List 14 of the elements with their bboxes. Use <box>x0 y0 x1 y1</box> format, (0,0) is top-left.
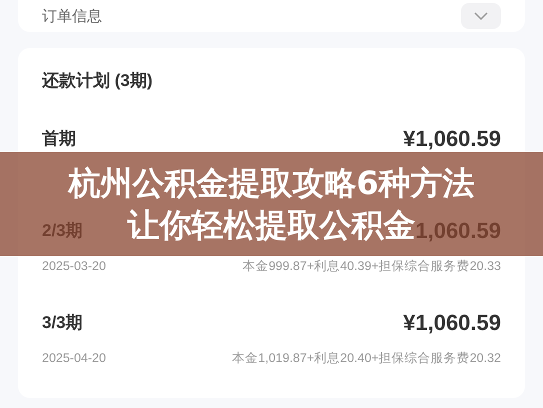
section-title: 订单信息 <box>42 8 102 24</box>
due-date: 2025-03-20 <box>42 258 106 275</box>
chevron-down-icon <box>474 12 488 20</box>
period-label: 3/3期 <box>42 312 83 334</box>
amount: ¥1,060.59 <box>403 125 501 153</box>
amount-breakdown: 本金999.87+利息40.39+担保综合服务费20.33 <box>242 258 501 275</box>
plan-title: 还款计划 (3期) <box>42 70 154 92</box>
period-label: 首期 <box>42 128 76 150</box>
due-date: 2025-04-20 <box>42 350 106 367</box>
banner-title: 让你轻松提取公积金 <box>127 205 416 246</box>
amount-breakdown: 本金1,019.87+利息20.40+担保综合服务费20.32 <box>232 350 501 367</box>
expand-button[interactable] <box>461 3 501 29</box>
banner-title: 杭州公积金提取攻略6种方法 <box>68 163 475 204</box>
amount: ¥1,060.59 <box>403 309 501 337</box>
